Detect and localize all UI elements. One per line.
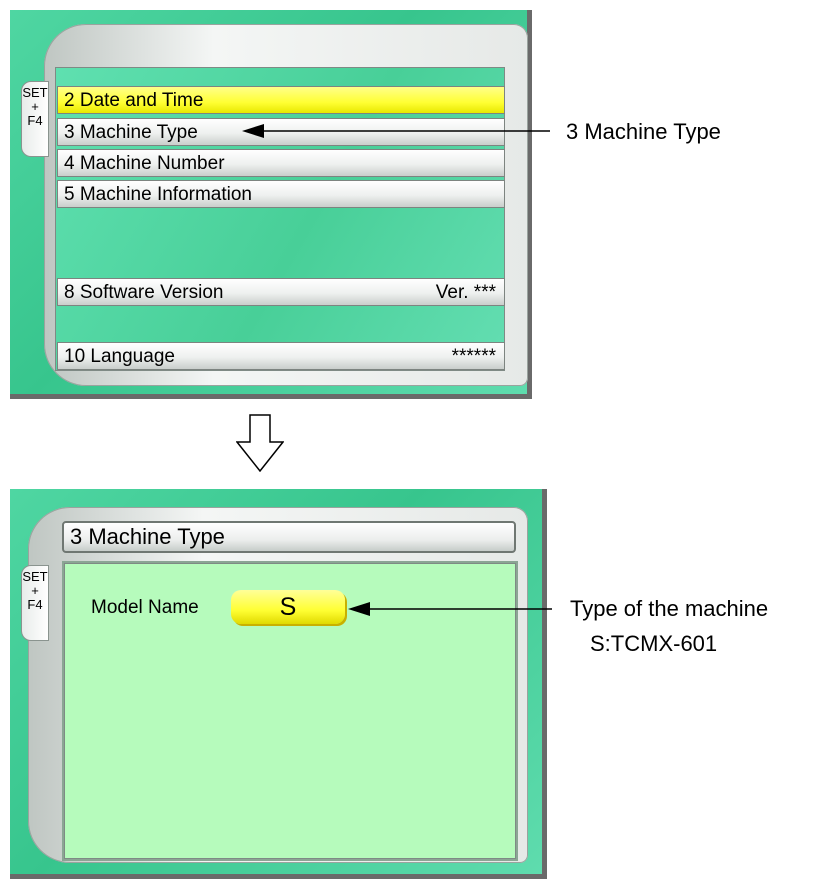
- model-callout-arrowhead: [348, 602, 370, 616]
- callout-machine-type-desc: Type of the machine: [570, 596, 769, 621]
- callout-machine-type: 3 Machine Type: [566, 119, 721, 144]
- callout-model-code: S:TCMX-601: [590, 631, 718, 656]
- machine-type-callout-arrowhead: [242, 124, 264, 138]
